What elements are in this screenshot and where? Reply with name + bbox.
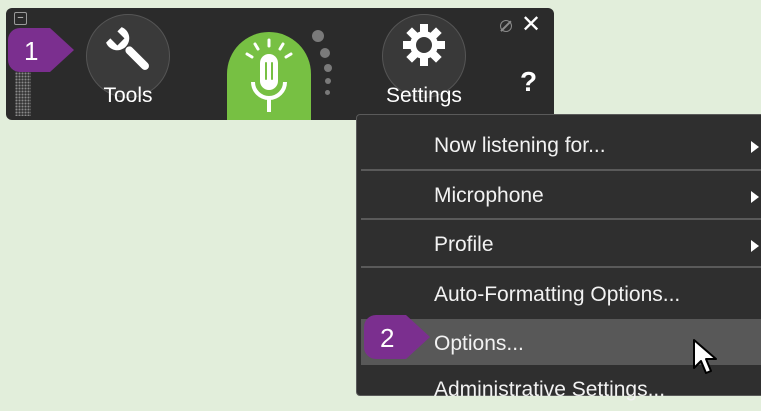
submenu-arrow-icon [751, 240, 759, 252]
menu-item-label: Microphone [434, 184, 544, 207]
mic-level-dot [325, 78, 331, 84]
close-button[interactable]: ✕ [521, 10, 541, 39]
mouse-cursor-icon [693, 339, 717, 374]
menu-item-label: Now listening for... [434, 134, 606, 157]
menu-item-label: Options... [434, 332, 524, 355]
settings-label: Settings [386, 84, 462, 107]
callout-arrow-shape [364, 315, 430, 359]
menu-item-auto-formatting[interactable]: Auto-Formatting Options... [361, 270, 761, 316]
dragon-toolbar: − Tools Settings ✕ ? [6, 8, 554, 120]
help-button[interactable]: ? [520, 66, 537, 98]
menu-separator [361, 266, 761, 268]
menu-item-label: Profile [434, 233, 494, 256]
mic-level-dot [324, 64, 332, 72]
step-2-number: 2 [380, 323, 395, 353]
tools-label: Tools [103, 84, 153, 107]
step-1-number: 1 [24, 36, 39, 66]
menu-item-label: Auto-Formatting Options... [434, 283, 681, 306]
mic-level-dot [320, 48, 330, 58]
microphone-button[interactable] [227, 32, 311, 120]
step-1-callout: 1 [6, 26, 76, 74]
settings-button[interactable]: Settings [382, 12, 466, 112]
callout-arrow-shape [8, 28, 74, 72]
microphone-icon [245, 38, 293, 112]
pin-icon[interactable] [500, 20, 512, 32]
menu-item-microphone[interactable]: Microphone [361, 171, 761, 217]
minimize-button[interactable]: − [14, 12, 27, 25]
step-2-callout: 2 [362, 313, 432, 361]
menu-item-now-listening[interactable]: Now listening for... [361, 121, 761, 167]
submenu-arrow-icon [751, 141, 759, 153]
tools-button[interactable]: Tools [86, 12, 170, 112]
menu-item-profile[interactable]: Profile [361, 220, 761, 266]
submenu-arrow-icon [751, 191, 759, 203]
mic-level-dot [312, 30, 324, 42]
menu-item-label: Administrative Settings... [434, 378, 666, 401]
mic-level-dot [325, 90, 330, 95]
